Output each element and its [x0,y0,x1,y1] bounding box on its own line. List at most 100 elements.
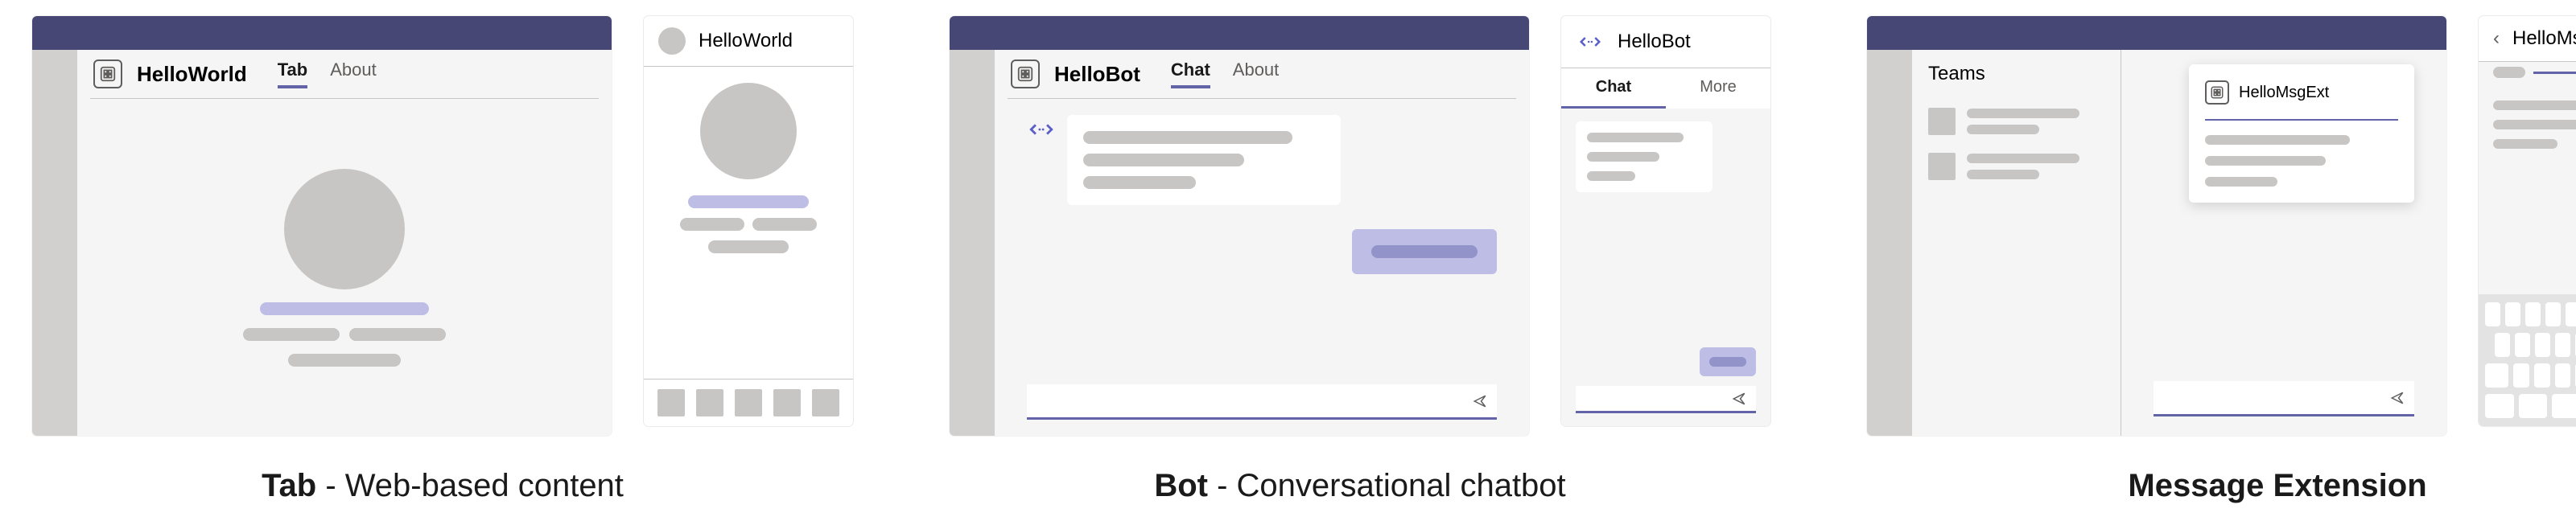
keyboard-key[interactable] [2519,394,2548,418]
mobile-title: HelloWorld [699,30,793,52]
text-line [752,218,817,231]
send-icon[interactable] [2390,391,2405,405]
bot-message [1576,121,1713,192]
text-line [1967,125,2039,134]
teams-list-panel: Teams [1912,50,2121,436]
bot-avatar-icon [1576,27,1605,56]
window-titlebar [32,16,612,50]
bot-avatar-icon [1027,115,1056,144]
chat-area [995,99,1529,436]
text-line [1587,133,1684,142]
avatar-placeholder [700,83,797,179]
bot-message [1067,115,1341,205]
mobile-header: HelloBot [1561,16,1770,68]
nav-item[interactable] [812,389,839,416]
mobile-tabs: Chat More [1561,68,1770,109]
team-avatar-icon [1928,108,1956,135]
text-line [1083,176,1196,189]
mobile-chat-area [1561,109,1770,426]
app-title: HelloBot [1054,62,1140,87]
msgext-card[interactable]: HelloMsgExt [2189,64,2414,203]
mobile-title: HelloBot [1618,31,1691,53]
tab-about[interactable]: About [1233,59,1280,88]
text-line [680,218,744,231]
text-line [688,195,809,208]
mobile-keyboard[interactable] [2479,294,2576,426]
tab-tab[interactable]: Tab [278,59,307,88]
text-line [1083,131,1292,144]
tab-content [77,99,612,436]
keyboard-key[interactable] [2534,363,2550,388]
avatar-icon [658,27,686,55]
keyboard-key[interactable] [2525,302,2541,326]
message-composer[interactable] [1027,384,1497,420]
group-tab: HelloWorld Tab About [32,16,853,504]
keyboard-key[interactable] [2485,363,2508,388]
team-item[interactable] [1928,108,2104,135]
keyboard-key[interactable] [2485,394,2514,418]
user-message [1352,229,1497,274]
text-line [2493,139,2557,149]
app-header: HelloWorld Tab About [77,50,612,98]
card-title: HelloMsgExt [2239,84,2329,102]
mobile-tab-more[interactable]: More [1666,68,1770,109]
team-avatar-icon [1928,153,1956,180]
keyboard-key[interactable] [2555,333,2570,357]
msgext-mobile-window: ‹ HelloMsgExt [2479,16,2576,426]
divider [2533,72,2576,74]
keyboard-key[interactable] [2505,302,2520,326]
group-bot: HelloBot Chat About [950,16,1770,504]
send-icon[interactable] [1473,394,1487,408]
message-composer[interactable] [1576,386,1756,413]
app-sidebar[interactable] [1867,50,1912,436]
tab-about[interactable]: About [330,59,377,88]
send-icon[interactable] [1732,392,1746,406]
text-line [1083,154,1244,166]
keyboard-key[interactable] [2495,333,2510,357]
nav-item[interactable] [696,389,723,416]
mobile-msgext-body [2479,62,2576,294]
mobile-tab-chat[interactable]: Chat [1561,68,1666,109]
text-line [1967,109,2079,118]
team-item[interactable] [1928,153,2104,180]
app-icon [93,59,122,88]
app-sidebar[interactable] [32,50,77,436]
teams-heading: Teams [1928,63,2104,85]
text-line [2205,156,2326,166]
app-header: HelloBot Chat About [995,50,1529,98]
text-line [1587,152,1659,162]
keyboard-spacebar[interactable] [2552,394,2576,418]
tab-desktop-window: HelloWorld Tab About [32,16,612,436]
text-line [2493,67,2525,78]
keyboard-key[interactable] [2485,302,2500,326]
tab-chat[interactable]: Chat [1171,59,1210,88]
nav-item[interactable] [657,389,685,416]
app-icon [2205,80,2229,105]
text-line [1587,171,1635,181]
text-line [260,302,429,315]
text-line [243,328,340,341]
nav-item[interactable] [773,389,801,416]
message-composer[interactable] [2154,381,2414,416]
keyboard-key[interactable] [2555,363,2571,388]
app-icon [1011,59,1040,88]
mobile-nav[interactable] [644,379,853,426]
keyboard-key[interactable] [2535,333,2550,357]
divider [2205,119,2398,121]
keyboard-key[interactable] [2515,333,2530,357]
keyboard-key[interactable] [2513,363,2529,388]
mobile-title: HelloMsgExt [2512,27,2576,50]
window-titlebar [950,16,1529,50]
text-line [2205,177,2277,187]
text-line [288,354,401,367]
text-line [2493,101,2576,110]
nav-item[interactable] [735,389,762,416]
keyboard-key[interactable] [2566,302,2576,326]
keyboard-key[interactable] [2545,302,2561,326]
app-sidebar[interactable] [950,50,995,436]
bot-mobile-window: HelloBot Chat More [1561,16,1770,426]
app-title: HelloWorld [137,62,247,87]
text-line [1967,154,2079,163]
back-icon[interactable]: ‹ [2493,27,2500,50]
caption-bot: Bot - Conversational chatbot [1154,468,1565,504]
